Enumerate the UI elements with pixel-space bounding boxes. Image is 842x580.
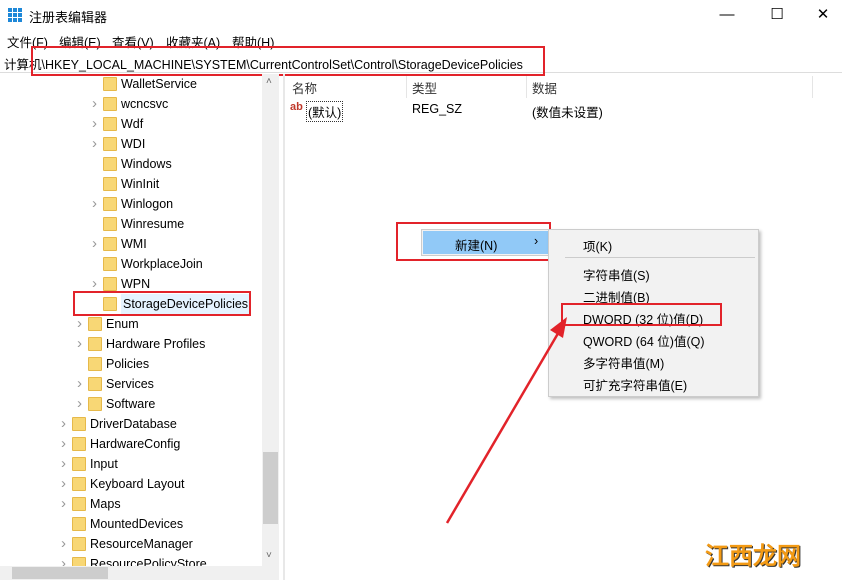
arrow-shaft bbox=[445, 329, 562, 524]
arrow-head bbox=[550, 317, 567, 338]
watermark-logo: 江西龙网 bbox=[705, 543, 801, 570]
annotation-arrow bbox=[445, 317, 567, 524]
